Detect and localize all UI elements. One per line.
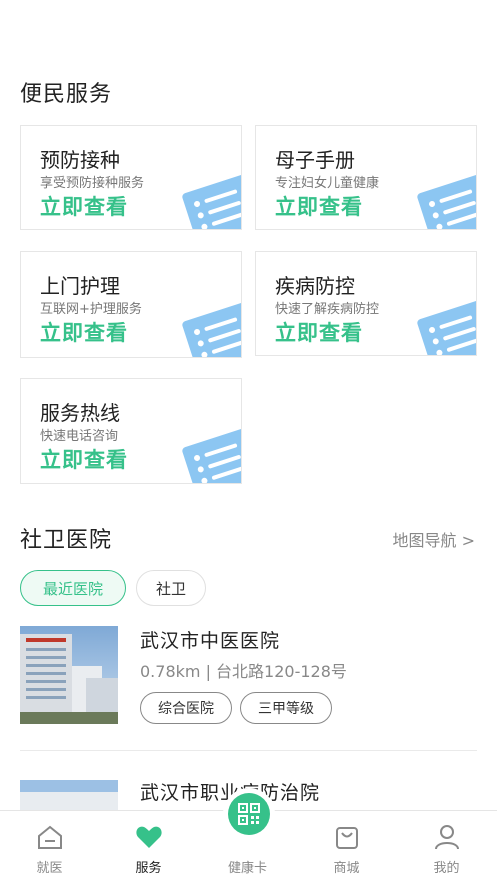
tab-label: 就医 — [36, 861, 63, 876]
tab-label: 健康卡 — [227, 861, 267, 876]
hospital-tag: 综合医院 — [140, 692, 232, 724]
service-card-subtitle: 享受预防接种服务 — [40, 176, 145, 191]
service-card-title: 上门护理 — [40, 274, 120, 298]
home-icon — [37, 825, 62, 849]
heart-icon — [135, 826, 162, 848]
service-card-subtitle: 互联网+护理服务 — [40, 302, 142, 317]
service-card-title: 预防接种 — [40, 148, 120, 172]
view-now-link[interactable]: 立即查看 — [40, 317, 128, 347]
tab-label: 我的 — [433, 861, 460, 876]
qr-code-icon — [238, 803, 260, 825]
service-card-home-nursing[interactable]: 上门护理 互联网+护理服务 立即查看 — [20, 251, 242, 358]
filter-community[interactable]: 社卫 — [136, 570, 206, 606]
view-now-link[interactable]: 立即查看 — [40, 191, 128, 221]
view-now-link[interactable]: 立即查看 — [275, 191, 363, 221]
document-list-icon — [182, 173, 241, 229]
hospital-name[interactable]: 武汉市中医医院 — [140, 626, 280, 653]
document-list-icon — [182, 427, 241, 483]
tab-label: 商城 — [333, 861, 360, 876]
tab-mine[interactable]: 我的 — [396, 811, 497, 883]
service-card-title: 疾病防控 — [275, 274, 355, 298]
service-card-hotline[interactable]: 服务热线 快速电话咨询 立即查看 — [20, 378, 242, 484]
shopping-bag-icon — [335, 827, 358, 849]
service-card-title: 母子手册 — [275, 148, 355, 172]
tab-label: 服务 — [135, 861, 162, 876]
services-section-title: 便民服务 — [20, 82, 113, 107]
hospital-name[interactable]: 武汉市职业病防治院 — [140, 778, 320, 805]
hospital-photo[interactable] — [20, 626, 118, 724]
document-list-icon — [417, 173, 476, 229]
list-divider — [20, 750, 477, 751]
service-card-vaccination[interactable]: 预防接种 享受预防接种服务 立即查看 — [20, 125, 242, 230]
filter-nearest-hospital[interactable]: 最近医院 — [20, 570, 126, 606]
hospital-photo[interactable] — [20, 780, 118, 810]
view-now-link[interactable]: 立即查看 — [40, 444, 128, 474]
user-icon — [434, 825, 459, 850]
hospitals-section-title: 社卫医院 — [20, 528, 113, 553]
tab-medical[interactable]: 就医 — [0, 811, 99, 883]
service-card-disease-control[interactable]: 疾病防控 快速了解疾病防控 立即查看 — [255, 251, 477, 356]
service-card-subtitle: 专注妇女儿童健康 — [275, 176, 380, 191]
map-navigation-link[interactable]: 地图导航 > — [393, 527, 476, 551]
health-card-qr-button[interactable] — [228, 793, 270, 835]
document-list-icon — [182, 301, 241, 357]
service-card-subtitle: 快速电话咨询 — [40, 429, 119, 444]
tab-services[interactable]: 服务 — [99, 811, 198, 883]
document-list-icon — [417, 299, 476, 355]
hospital-distance-address: 0.78km | 台北路120-128号 — [140, 662, 347, 681]
tab-mall[interactable]: 商城 — [297, 811, 396, 883]
service-card-mother-child[interactable]: 母子手册 专注妇女儿童健康 立即查看 — [255, 125, 477, 230]
service-card-title: 服务热线 — [40, 401, 120, 425]
view-now-link[interactable]: 立即查看 — [275, 317, 363, 347]
hospital-tag: 三甲等级 — [240, 692, 332, 724]
service-card-subtitle: 快速了解疾病防控 — [275, 302, 380, 317]
